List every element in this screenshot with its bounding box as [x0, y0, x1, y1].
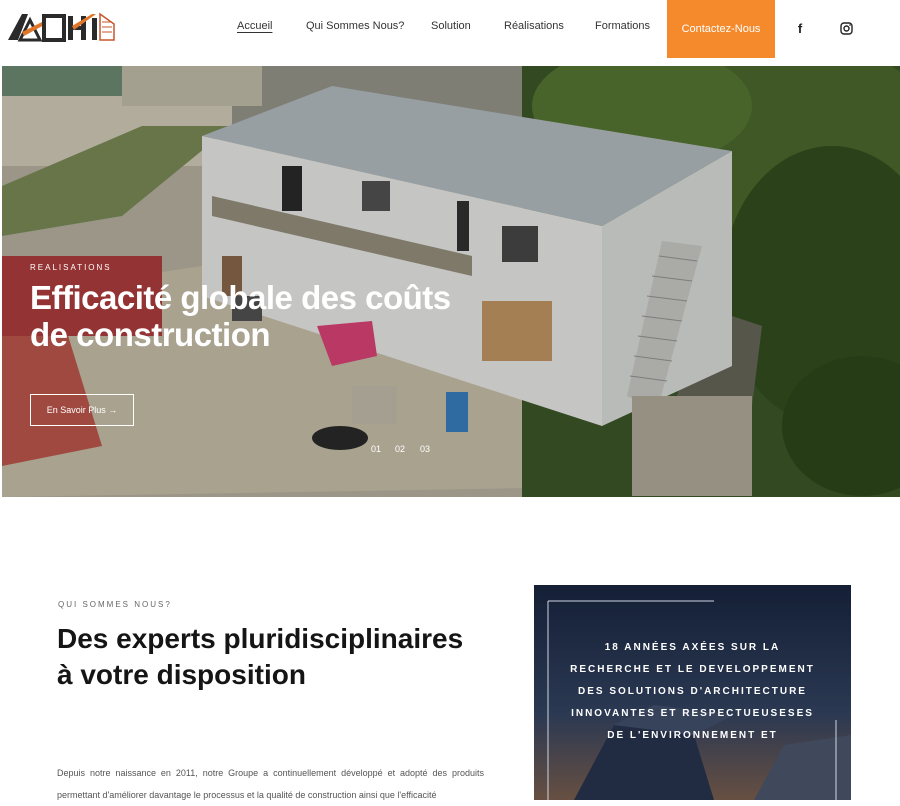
hero-slider: REALISATIONS Efficacité globale des coût… [2, 66, 900, 497]
nav-realisations[interactable]: Réalisations [504, 20, 564, 32]
site-header: Accueil Qui Sommes Nous? Solution Réalis… [0, 0, 900, 58]
logo[interactable] [6, 10, 118, 46]
nav-accueil[interactable]: Accueil [237, 20, 272, 32]
facebook-glyph: f [797, 20, 803, 36]
facebook-icon[interactable]: f [792, 20, 808, 36]
learn-more-button[interactable]: En Savoir Plus → [30, 394, 134, 426]
about-kicker: QUI SOMMES NOUS? [58, 600, 172, 609]
nav-formations[interactable]: Formations [595, 20, 650, 32]
contact-button[interactable]: Contactez-Nous [667, 0, 775, 58]
nav-solution[interactable]: Solution [431, 20, 471, 32]
instagram-icon[interactable] [838, 20, 854, 36]
slide-dot-3[interactable]: 03 [420, 444, 430, 454]
highlight-card: 18 ANNÉES AXÉES SUR LA RECHERCHE ET LE D… [534, 585, 851, 800]
slide-dot-2[interactable]: 02 [395, 444, 405, 454]
slide-dot-1[interactable]: 01 [371, 444, 381, 454]
hero-kicker: REALISATIONS [30, 263, 112, 272]
about-text: Depuis notre naissance en 2011, notre Gr… [57, 768, 484, 800]
about-title: Des experts pluridisciplinaires à votre … [57, 623, 464, 690]
nav-qui-sommes-nous[interactable]: Qui Sommes Nous? [306, 20, 404, 32]
hero-title: Efficacité globale des coûts de construc… [30, 279, 451, 353]
card-text: 18 ANNÉES AXÉES SUR LA RECHERCHE ET LE D… [570, 642, 815, 741]
